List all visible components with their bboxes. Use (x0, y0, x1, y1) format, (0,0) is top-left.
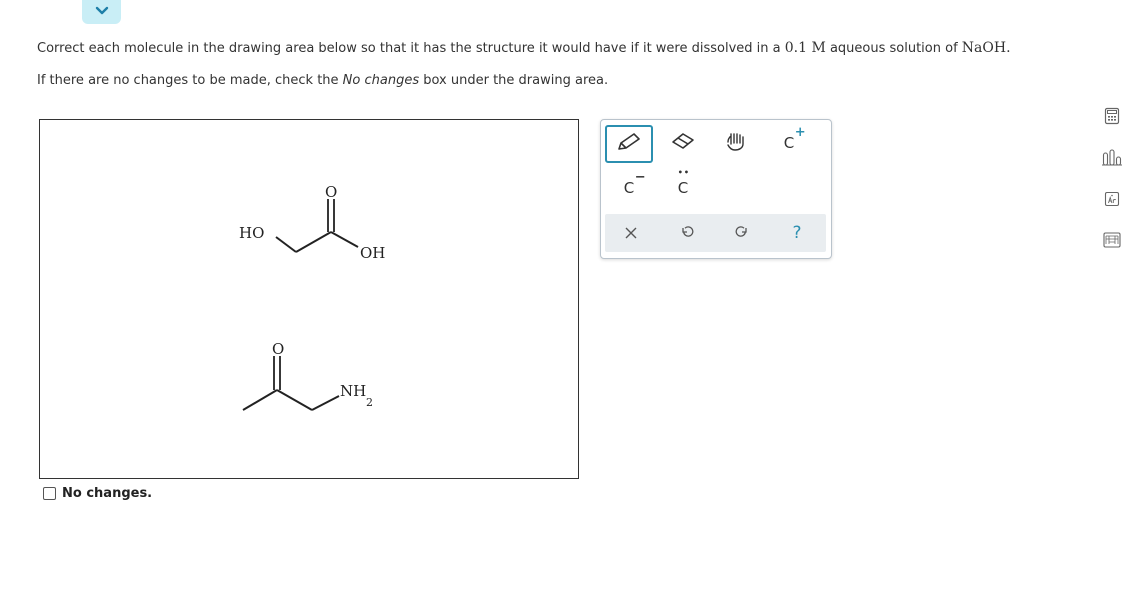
periodic-table-button[interactable] (1103, 232, 1121, 252)
eraser-tool[interactable] (663, 127, 703, 159)
data-chart-button[interactable] (1101, 148, 1123, 170)
bond[interactable] (295, 231, 332, 253)
redo-icon (735, 224, 749, 243)
no-changes-label: No changes. (62, 486, 153, 501)
concentration: 0.1 M (784, 40, 826, 56)
periodic-table-icon (1103, 232, 1121, 252)
drawing-toolbox: C + C − C •• ? (600, 119, 832, 259)
no-changes-option[interactable]: No changes. (43, 486, 152, 501)
carbocation-icon: C + (783, 125, 806, 152)
carbanion-icon: C − (623, 170, 646, 197)
molecule-1[interactable]: O HO OH (239, 183, 385, 262)
clear-button[interactable] (611, 214, 651, 252)
carbon-label: C (677, 179, 689, 197)
instruction-line-1: Correct each molecule in the drawing are… (37, 40, 1011, 56)
calculator-button[interactable] (1103, 107, 1121, 129)
atom-amine-subscript: 2 (366, 396, 373, 409)
atom-amine[interactable]: NH (340, 382, 366, 400)
positive-charge: + (794, 125, 806, 140)
eraser-icon (669, 130, 697, 156)
no-changes-checkbox[interactable] (43, 487, 56, 500)
hand-tool[interactable] (716, 127, 756, 159)
hand-icon (723, 130, 749, 156)
molecule-canvas[interactable]: O HO OH O NH 2 (40, 120, 578, 478)
toolbox-controls: ? (605, 214, 826, 252)
undo-button[interactable] (667, 214, 707, 252)
lone-pair-dots: •• (677, 168, 690, 177)
element-tile-icon (1104, 191, 1120, 211)
help-button[interactable]: ? (777, 214, 817, 252)
carbanion-tool[interactable]: C − (609, 170, 649, 204)
bond[interactable] (276, 389, 313, 411)
instruction-text: Correct each molecule in the drawing are… (37, 41, 785, 56)
carbon-label: C (623, 179, 635, 197)
carbon-label: C (783, 134, 795, 152)
carbocation-tool[interactable]: C + (769, 125, 809, 159)
collapse-button[interactable] (82, 0, 121, 24)
bond[interactable] (311, 395, 340, 411)
instruction-line-2: If there are no changes to be made, chec… (37, 73, 608, 88)
atom-oxygen[interactable]: O (272, 340, 284, 358)
redo-button[interactable] (722, 214, 762, 252)
calculator-icon (1104, 107, 1120, 129)
bond[interactable] (242, 389, 278, 411)
bond[interactable] (275, 236, 297, 253)
negative-charge: − (634, 170, 646, 185)
instruction-text: box under the drawing area. (419, 73, 609, 88)
periodic-table-element-button[interactable] (1103, 191, 1121, 211)
instruction-period: . (1006, 40, 1011, 56)
instruction-text: If there are no changes to be made, chec… (37, 73, 343, 88)
pencil-icon (615, 131, 643, 157)
atom-hydroxyl[interactable]: OH (360, 244, 385, 262)
instruction-text: aqueous solution of (825, 41, 962, 56)
lone-pair-tool[interactable]: C •• (663, 168, 703, 204)
close-icon (625, 224, 637, 243)
bond[interactable] (330, 231, 359, 248)
chevron-down-icon (95, 5, 109, 20)
atom-oxygen[interactable]: O (325, 183, 337, 201)
base-formula: NaOH (961, 40, 1007, 56)
lone-pair-icon: C •• (677, 168, 689, 197)
pencil-tool[interactable] (605, 125, 653, 163)
drawing-area[interactable]: O HO OH O NH 2 (39, 119, 579, 479)
molecule-2[interactable]: O NH 2 (242, 340, 373, 411)
instruction-emphasis: No changes (342, 73, 420, 88)
help-icon: ? (792, 223, 802, 243)
bar-chart-icon (1101, 148, 1123, 170)
undo-icon (680, 224, 694, 243)
atom-hydroxyl[interactable]: HO (239, 224, 264, 242)
